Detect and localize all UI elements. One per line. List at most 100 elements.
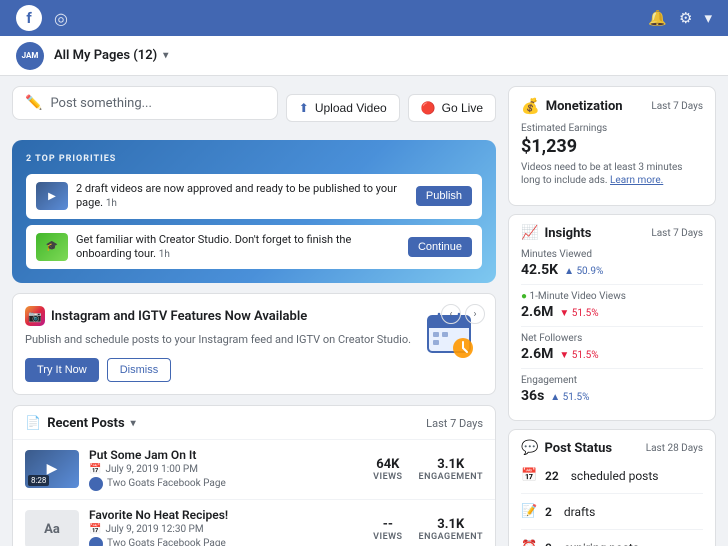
- monetization-note: Videos need to be at least 3 minutes lon…: [521, 161, 703, 187]
- banner-nav: ‹ ›: [441, 304, 485, 324]
- post-bar[interactable]: ✏️ Post something...: [12, 86, 278, 120]
- post-page-1: Two Goats Facebook Page: [89, 477, 363, 491]
- post-status-icon: 💬: [521, 440, 538, 456]
- instagram-feature-icon: 📷: [25, 306, 45, 326]
- top-nav-left: f ◎: [16, 5, 68, 31]
- trend-down-icon: ▼ 51.5%: [559, 308, 598, 319]
- dot-icon: ●: [521, 291, 527, 302]
- earnings-value: $1,239: [521, 136, 703, 157]
- money-icon: 💰: [521, 97, 540, 115]
- feature-title: 📷 Instagram and IGTV Features Now Availa…: [25, 306, 413, 326]
- calendar-icon: 📅: [89, 464, 101, 475]
- chart-icon: 📈: [521, 225, 538, 241]
- chevron-down-icon: ▾: [163, 50, 168, 61]
- expiring-icon: ⏰: [521, 540, 537, 546]
- feature-content: 📷 Instagram and IGTV Features Now Availa…: [25, 306, 413, 381]
- post-status-header: 💬 Post Status Last 28 Days: [521, 440, 703, 456]
- post-date-2: 📅 July 9, 2019 12:30 PM: [89, 524, 363, 535]
- engagement-metric: Engagement 36s ▲ 51.5%: [521, 375, 703, 404]
- status-item-expiring: ⏰ 0 expiring posts: [521, 536, 703, 546]
- post-info-1: Put Some Jam On It 📅 July 9, 2019 1:00 P…: [89, 448, 363, 491]
- monetization-header: 💰 Monetization Last 7 Days: [521, 97, 703, 115]
- trend-up-icon: ▲ 51.5%: [550, 392, 589, 403]
- post-placeholder: Post something...: [50, 96, 151, 111]
- dismiss-button[interactable]: Dismiss: [107, 358, 172, 382]
- feature-actions: Try It Now Dismiss: [25, 358, 413, 382]
- video-duration-1: 8:28: [28, 475, 49, 486]
- calendar-icon: 📅: [89, 524, 101, 535]
- post-date-1: 📅 July 9, 2019 1:00 PM: [89, 464, 363, 475]
- priority-thumb-1: ▶: [36, 182, 68, 210]
- menu-icon[interactable]: ▾: [704, 9, 712, 27]
- top-nav-right: 🔔 ⚙ ▾: [648, 9, 712, 27]
- sub-nav: JAM All My Pages (12) ▾: [0, 36, 728, 76]
- post-row: ▶ 8:28 Put Some Jam On It 📅 July 9, 2019…: [13, 440, 495, 500]
- posts-icon: 📄: [25, 416, 41, 431]
- facebook-icon[interactable]: f: [16, 5, 42, 31]
- chevron-down-icon[interactable]: ▾: [131, 418, 136, 429]
- insights-widget: 📈 Insights Last 7 Days Minutes Viewed 42…: [508, 214, 716, 421]
- video-views-metric: ● 1-Minute Video Views 2.6M ▼ 51.5%: [521, 291, 703, 320]
- trend-up-icon: ▲ 50.9%: [564, 266, 603, 277]
- banner-prev[interactable]: ‹: [441, 304, 461, 324]
- continue-button[interactable]: Continue: [408, 237, 472, 257]
- monetization-period: Last 7 Days: [651, 101, 703, 112]
- monetization-widget: 💰 Monetization Last 7 Days Estimated Ear…: [508, 86, 716, 206]
- post-row: Aa Favorite No Heat Recipes! 📅 July 9, 2…: [13, 500, 495, 546]
- post-thumbnail-1: ▶ 8:28: [25, 450, 79, 488]
- recent-posts-header: 📄 Recent Posts ▾ Last 7 Days: [13, 406, 495, 440]
- views-stat-1: 64K VIEWS: [373, 457, 402, 482]
- views-stat-2: -- VIEWS: [373, 517, 402, 542]
- gear-icon[interactable]: ⚙: [679, 9, 692, 27]
- priorities-card: 2 TOP PRIORITIES ▶ 2 draft videos are no…: [12, 140, 496, 283]
- top-nav: f ◎ 🔔 ⚙ ▾: [0, 0, 728, 36]
- status-item-scheduled: 📅 22 scheduled posts: [521, 464, 703, 487]
- priority-text-1: 2 draft videos are now approved and read…: [76, 182, 408, 211]
- post-title-2: Favorite No Heat Recipes!: [89, 508, 363, 522]
- monetization-title: 💰 Monetization: [521, 97, 623, 115]
- upload-icon: ⬆: [299, 101, 309, 115]
- status-item-drafts: 📝 2 drafts: [521, 500, 703, 523]
- engagement-stat-1: 3.1K ENGAGEMENT: [419, 457, 483, 482]
- net-followers-metric: Net Followers 2.6M ▼ 51.5%: [521, 333, 703, 362]
- recent-posts-card: 📄 Recent Posts ▾ Last 7 Days ▶ 8:28 Put …: [12, 405, 496, 546]
- minutes-viewed-metric: Minutes Viewed 42.5K ▲ 50.9%: [521, 249, 703, 278]
- priorities-label: 2 TOP PRIORITIES: [26, 154, 482, 164]
- earnings-label: Estimated Earnings: [521, 123, 703, 134]
- left-panel: ✏️ Post something... ⬆ Upload Video 🔴 Go…: [0, 76, 508, 546]
- instagram-icon[interactable]: ◎: [54, 9, 68, 28]
- bell-icon[interactable]: 🔔: [648, 9, 667, 27]
- post-thumbnail-2: Aa: [25, 510, 79, 546]
- learn-more-link[interactable]: Learn more.: [610, 175, 663, 186]
- main-layout: ✏️ Post something... ⬆ Upload Video 🔴 Go…: [0, 76, 728, 546]
- post-page-2: Two Goats Facebook Page: [89, 537, 363, 546]
- feature-desc: Publish and schedule posts to your Insta…: [25, 332, 413, 347]
- publish-button[interactable]: Publish: [416, 186, 472, 206]
- banner-next[interactable]: ›: [465, 304, 485, 324]
- priority-item-2: 🎓 Get familiar with Creator Studio. Don'…: [26, 225, 482, 270]
- priority-item-1: ▶ 2 draft videos are now approved and re…: [26, 174, 482, 219]
- page-selector[interactable]: All My Pages (12) ▾: [54, 48, 168, 63]
- post-info-2: Favorite No Heat Recipes! 📅 July 9, 2019…: [89, 508, 363, 546]
- insights-title: 📈 Insights: [521, 225, 591, 241]
- scheduled-icon: 📅: [521, 468, 537, 483]
- recent-posts-period: Last 7 Days: [426, 417, 483, 430]
- post-status-period: Last 28 Days: [646, 443, 703, 454]
- priority-thumb-2: 🎓: [36, 233, 68, 261]
- insights-header: 📈 Insights Last 7 Days: [521, 225, 703, 241]
- recent-posts-title: 📄 Recent Posts ▾: [25, 416, 136, 431]
- insights-period: Last 7 Days: [651, 228, 703, 239]
- go-live-button[interactable]: 🔴 Go Live: [408, 94, 496, 122]
- post-stats-2: -- VIEWS 3.1K ENGAGEMENT: [373, 517, 483, 542]
- try-it-now-button[interactable]: Try It Now: [25, 358, 99, 382]
- post-status-title: 💬 Post Status: [521, 440, 612, 456]
- edit-icon: ✏️: [25, 95, 42, 111]
- page-avatar-1: [89, 477, 103, 491]
- post-stats-1: 64K VIEWS 3.1K ENGAGEMENT: [373, 457, 483, 482]
- page-avatar-2: [89, 537, 103, 546]
- drafts-icon: 📝: [521, 504, 537, 519]
- engagement-stat-2: 3.1K ENGAGEMENT: [419, 517, 483, 542]
- right-panel: 💰 Monetization Last 7 Days Estimated Ear…: [508, 76, 728, 546]
- upload-video-button[interactable]: ⬆ Upload Video: [286, 94, 400, 122]
- post-title-1: Put Some Jam On It: [89, 448, 363, 462]
